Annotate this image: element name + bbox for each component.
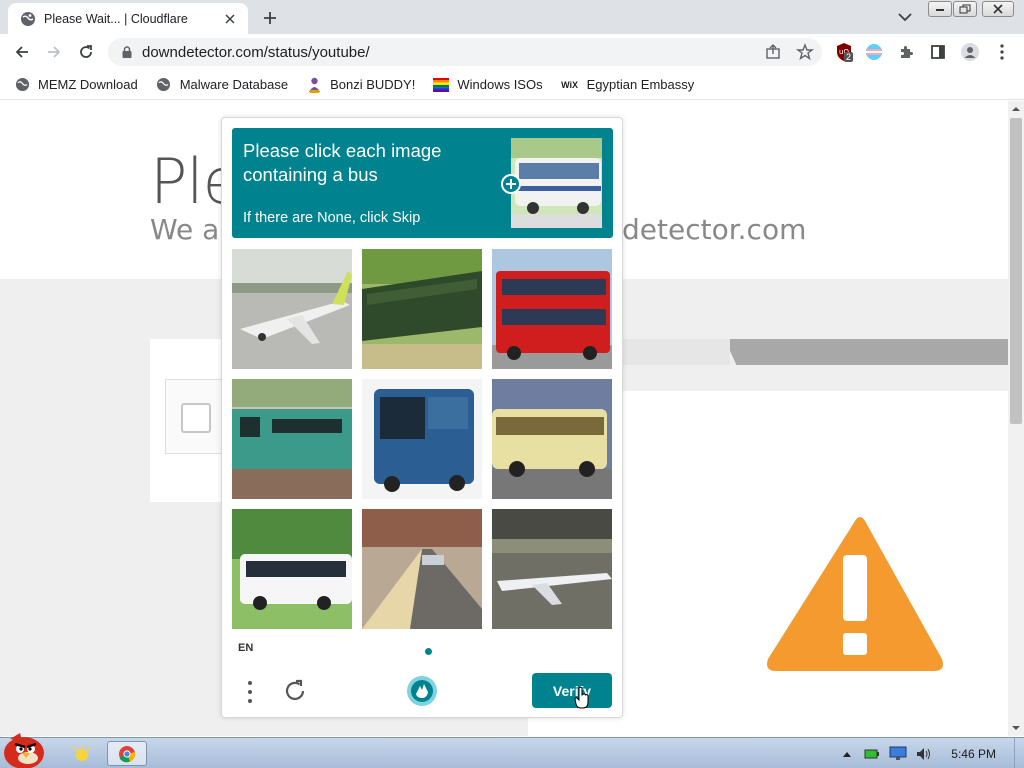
share-icon[interactable] xyxy=(764,43,782,61)
wix-icon: WiX xyxy=(561,79,579,90)
bookmark-windows-isos[interactable]: Windows ISOs xyxy=(433,77,543,93)
tile-train-station[interactable] xyxy=(362,509,482,629)
kebab-menu-icon[interactable] xyxy=(992,42,1012,62)
tile-bus-red-double-decker[interactable] xyxy=(492,249,612,369)
language-selector[interactable]: EN xyxy=(238,642,253,654)
scroll-thumb[interactable] xyxy=(1010,118,1022,424)
profile-avatar-icon[interactable] xyxy=(960,42,980,62)
tab-search-chevron-icon[interactable] xyxy=(895,9,915,25)
rainbow-flag-icon xyxy=(433,77,450,93)
tile-bus-blue[interactable] xyxy=(362,379,482,499)
taskbar-clock[interactable]: 5:46 PM xyxy=(951,747,996,761)
taskbar-explorer-icon[interactable] xyxy=(62,741,102,766)
image-grid xyxy=(232,249,613,629)
bookmark-egyptian-embassy[interactable]: WiX Egyptian Embassy xyxy=(561,77,695,93)
bookmark-bonzi-buddy[interactable]: Bonzi BUDDY! xyxy=(306,77,415,93)
tile-airplane-2[interactable] xyxy=(492,509,612,629)
trans-flag-extension-icon[interactable] xyxy=(864,42,884,62)
warning-triangle-icon xyxy=(767,517,943,671)
globe-icon xyxy=(14,77,30,93)
browser-toolbar: downdetector.com/status/youtube/ uO 2 xyxy=(0,34,1024,70)
bookmark-label: Windows ISOs xyxy=(457,77,543,92)
tab-title: Please Wait... | Cloudflare xyxy=(44,11,188,26)
reload-button[interactable] xyxy=(74,40,98,64)
close-window-button[interactable] xyxy=(982,1,1014,17)
system-tray: 5:46 PM xyxy=(837,738,1024,768)
new-tab-button[interactable] xyxy=(259,7,281,29)
hcaptcha-logo-icon[interactable] xyxy=(405,674,439,708)
bookmark-label: MEMZ Download xyxy=(38,77,138,92)
ublock-extension-icon[interactable]: uO 2 xyxy=(834,42,854,62)
tile-bus-yellow[interactable] xyxy=(492,379,612,499)
tray-expand-arrow-icon[interactable] xyxy=(837,751,857,757)
hcaptcha-challenge: Please click each image containing a bus… xyxy=(221,117,623,718)
tile-train-green-1[interactable] xyxy=(362,249,482,369)
bookmarks-bar: MEMZ Download Malware Database Bonzi BUD… xyxy=(0,70,1024,100)
decorative-bar-light xyxy=(620,339,730,365)
bonzi-icon xyxy=(306,77,322,93)
refresh-challenge-icon[interactable] xyxy=(282,678,308,704)
scroll-up-arrow-icon[interactable] xyxy=(1012,105,1020,113)
tile-bus-white[interactable] xyxy=(232,509,352,629)
verify-button[interactable]: Verify xyxy=(532,673,612,708)
page-subtitle-left: We ar xyxy=(150,213,231,246)
lock-icon[interactable] xyxy=(120,45,134,59)
prompt-text: Please click each image containing a bus xyxy=(243,140,442,185)
bookmark-star-icon[interactable] xyxy=(796,43,814,61)
close-tab-icon[interactable] xyxy=(222,11,238,27)
bookmark-label: Malware Database xyxy=(179,77,289,92)
url-text: downdetector.com/status/youtube/ xyxy=(142,43,370,61)
tab-active[interactable]: Please Wait... | Cloudflare xyxy=(8,3,248,34)
page-subtitle-right: detector.com xyxy=(622,213,807,246)
windows-taskbar: 5:46 PM xyxy=(0,733,1024,768)
taskbar-chrome-icon[interactable] xyxy=(107,741,147,766)
scroll-down-arrow-icon[interactable] xyxy=(1012,724,1020,732)
puzzle-extensions-icon[interactable] xyxy=(896,42,916,62)
forward-button[interactable] xyxy=(42,40,66,64)
tile-train-green-2[interactable] xyxy=(232,379,352,499)
restore-button[interactable] xyxy=(953,1,977,17)
prompt-hint: If there are None, click Skip xyxy=(243,210,421,226)
more-options-button[interactable] xyxy=(242,678,258,706)
volume-icon[interactable] xyxy=(913,745,935,763)
turnstile-checkbox[interactable] xyxy=(181,403,211,433)
globe-icon xyxy=(21,11,35,26)
challenge-prompt: Please click each image containing a bus… xyxy=(232,128,613,238)
back-button[interactable] xyxy=(10,40,34,64)
example-bus-image[interactable] xyxy=(511,138,602,228)
side-panel-icon[interactable] xyxy=(928,42,948,62)
show-desktop-button[interactable] xyxy=(1014,738,1024,768)
bookmark-malware-database[interactable]: Malware Database xyxy=(156,77,288,93)
page-indicator-dot xyxy=(425,648,432,655)
tile-airplane-1[interactable] xyxy=(232,249,352,369)
address-bar[interactable]: downdetector.com/status/youtube/ xyxy=(108,38,822,66)
bookmark-label: Egyptian Embassy xyxy=(586,77,695,92)
battery-power-icon[interactable] xyxy=(861,745,883,763)
page-scrollbar[interactable] xyxy=(1008,101,1024,736)
extension-badge: 2 xyxy=(844,52,854,62)
mouse-cursor-hand-icon xyxy=(574,686,589,709)
expand-example-icon[interactable] xyxy=(501,174,521,194)
tab-strip: Please Wait... | Cloudflare xyxy=(0,0,1024,34)
start-button-angry-bird-icon[interactable] xyxy=(0,731,52,768)
network-icon[interactable] xyxy=(887,745,909,763)
bookmark-label: Bonzi BUDDY! xyxy=(330,77,416,92)
bookmark-memz[interactable]: MEMZ Download xyxy=(14,77,138,93)
globe-icon xyxy=(156,77,172,93)
minimize-button[interactable] xyxy=(928,1,952,17)
